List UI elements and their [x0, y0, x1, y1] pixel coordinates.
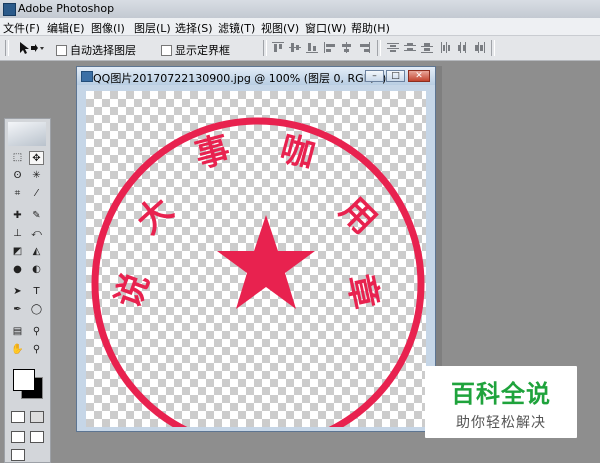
app-title: Adobe Photoshop: [18, 2, 115, 15]
image-canvas[interactable]: 说 大 事 咖 用 章: [86, 91, 426, 427]
divider: [491, 40, 495, 56]
align-right-icon[interactable]: [358, 42, 370, 53]
show-bounding-box-label: 显示定界框: [175, 44, 230, 57]
seal-char-5: 用: [332, 190, 384, 242]
zoom-tool-icon[interactable]: ⚲: [29, 343, 44, 357]
options-bar: 自动选择图层 显示定界框: [0, 36, 600, 61]
type-tool-icon[interactable]: T: [29, 285, 44, 299]
document-title: QQ图片20170722130900.jpg @ 100% (图层 0, RGB…: [93, 72, 387, 85]
seal-char-1: 说: [108, 268, 157, 314]
blur-tool-icon[interactable]: ●: [10, 263, 25, 277]
menu-view[interactable]: 视图(V): [261, 20, 299, 36]
app-titlebar: Adobe Photoshop: [0, 0, 600, 19]
watermark-subtitle: 助你轻松解决: [456, 415, 546, 431]
standard-screen-mode-icon[interactable]: [11, 431, 25, 443]
menu-edit[interactable]: 编辑(E): [47, 20, 85, 36]
crop-tool-icon[interactable]: ⌗: [10, 187, 25, 201]
menu-layer[interactable]: 图层(L): [134, 20, 171, 36]
align-horizontal-center-icon[interactable]: [341, 42, 353, 53]
menu-bar: 文件(F) 编辑(E) 图像(I) 图层(L) 选择(S) 滤镜(T) 视图(V…: [0, 18, 600, 36]
move-tool-preset-icon[interactable]: [17, 40, 45, 56]
path-selection-tool-icon[interactable]: ➤: [10, 285, 25, 299]
align-bottom-icon[interactable]: [306, 42, 318, 53]
paint-bucket-tool-icon[interactable]: ◭: [29, 245, 44, 259]
seal-image: 说 大 事 咖 用 章: [91, 117, 425, 427]
photoshop-logo-icon: [3, 3, 16, 16]
menu-select[interactable]: 选择(S): [175, 20, 213, 36]
notes-tool-icon[interactable]: ▤: [10, 325, 25, 339]
watermark-title: 百科全说: [451, 380, 551, 408]
auto-select-layer-label: 自动选择图层: [70, 44, 136, 57]
document-icon: [81, 71, 93, 82]
jump-to-imageready-icon[interactable]: [11, 449, 25, 461]
checkbox-box: [161, 44, 172, 56]
healing-brush-tool-icon[interactable]: ✚: [10, 209, 25, 223]
menu-file[interactable]: 文件(F): [3, 20, 40, 36]
distribute-vertical-center-icon[interactable]: [404, 42, 416, 53]
brush-tool-icon[interactable]: ✎: [29, 209, 44, 223]
document-titlebar[interactable]: QQ图片20170722130900.jpg @ 100% (图层 0, RGB…: [77, 67, 435, 85]
seal-char-4: 咖: [276, 129, 319, 176]
divider: [263, 40, 267, 56]
seal-star-icon: [217, 215, 315, 309]
standard-mode-icon[interactable]: [11, 411, 25, 423]
show-bounding-box-checkbox[interactable]: 显示定界框: [161, 42, 230, 58]
minimize-button[interactable]: –: [365, 70, 384, 82]
menu-filter[interactable]: 滤镜(T): [218, 20, 255, 36]
distribute-left-icon[interactable]: [440, 42, 452, 53]
align-vertical-center-icon[interactable]: [289, 42, 301, 53]
align-left-icon[interactable]: [324, 42, 336, 53]
watermark-badge: 百科全说 助你轻松解决: [425, 366, 577, 438]
distribute-horizontal-center-icon[interactable]: [457, 42, 469, 53]
menu-window[interactable]: 窗口(W): [305, 20, 346, 36]
document-window: QQ图片20170722130900.jpg @ 100% (图层 0, RGB…: [76, 66, 436, 432]
pen-tool-icon[interactable]: ✒: [10, 303, 25, 317]
seal-char-3: 事: [191, 129, 234, 176]
lasso-tool-icon[interactable]: ʘ: [10, 169, 25, 183]
clone-stamp-tool-icon[interactable]: ⊥: [10, 227, 25, 241]
slice-tool-icon[interactable]: ⁄: [29, 187, 44, 201]
full-screen-mode-icon[interactable]: [30, 431, 44, 443]
seal-char-6: 章: [339, 271, 385, 313]
magic-wand-tool-icon[interactable]: ✳: [29, 169, 44, 183]
hand-tool-icon[interactable]: ✋: [10, 343, 25, 357]
maximize-button[interactable]: □: [386, 70, 405, 82]
divider: [377, 40, 381, 56]
history-brush-tool-icon[interactable]: ⤺: [29, 227, 44, 241]
auto-select-layer-checkbox[interactable]: 自动选择图层: [56, 42, 136, 58]
eraser-tool-icon[interactable]: ◩: [10, 245, 25, 259]
foreground-color-swatch[interactable]: [13, 369, 35, 391]
move-tool-icon[interactable]: ✥: [29, 151, 44, 165]
close-button[interactable]: ✕: [408, 70, 430, 82]
toolbox: ⬚ ✥ ʘ ✳ ⌗ ⁄ ✚ ✎ ⊥ ⤺ ◩ ◭ ● ◐ ➤ T ✒ ◯ ▤ ⚲ …: [4, 118, 51, 463]
marquee-tool-icon[interactable]: ⬚: [10, 151, 25, 165]
eyedropper-tool-icon[interactable]: ⚲: [29, 325, 44, 339]
quick-mask-mode-icon[interactable]: [30, 411, 44, 423]
distribute-top-icon[interactable]: [387, 42, 399, 53]
align-top-icon[interactable]: [272, 42, 284, 53]
shape-tool-icon[interactable]: ◯: [29, 303, 44, 317]
menu-image[interactable]: 图像(I): [91, 20, 125, 36]
dodge-tool-icon[interactable]: ◐: [29, 263, 44, 277]
distribute-bottom-icon[interactable]: [421, 42, 433, 53]
options-grip: [5, 40, 9, 56]
distribute-right-icon[interactable]: [474, 42, 486, 53]
seal-char-2: 大: [129, 190, 181, 242]
menu-help[interactable]: 帮助(H): [351, 20, 390, 36]
feather-logo-icon[interactable]: [8, 122, 46, 146]
checkbox-box: [56, 44, 67, 56]
